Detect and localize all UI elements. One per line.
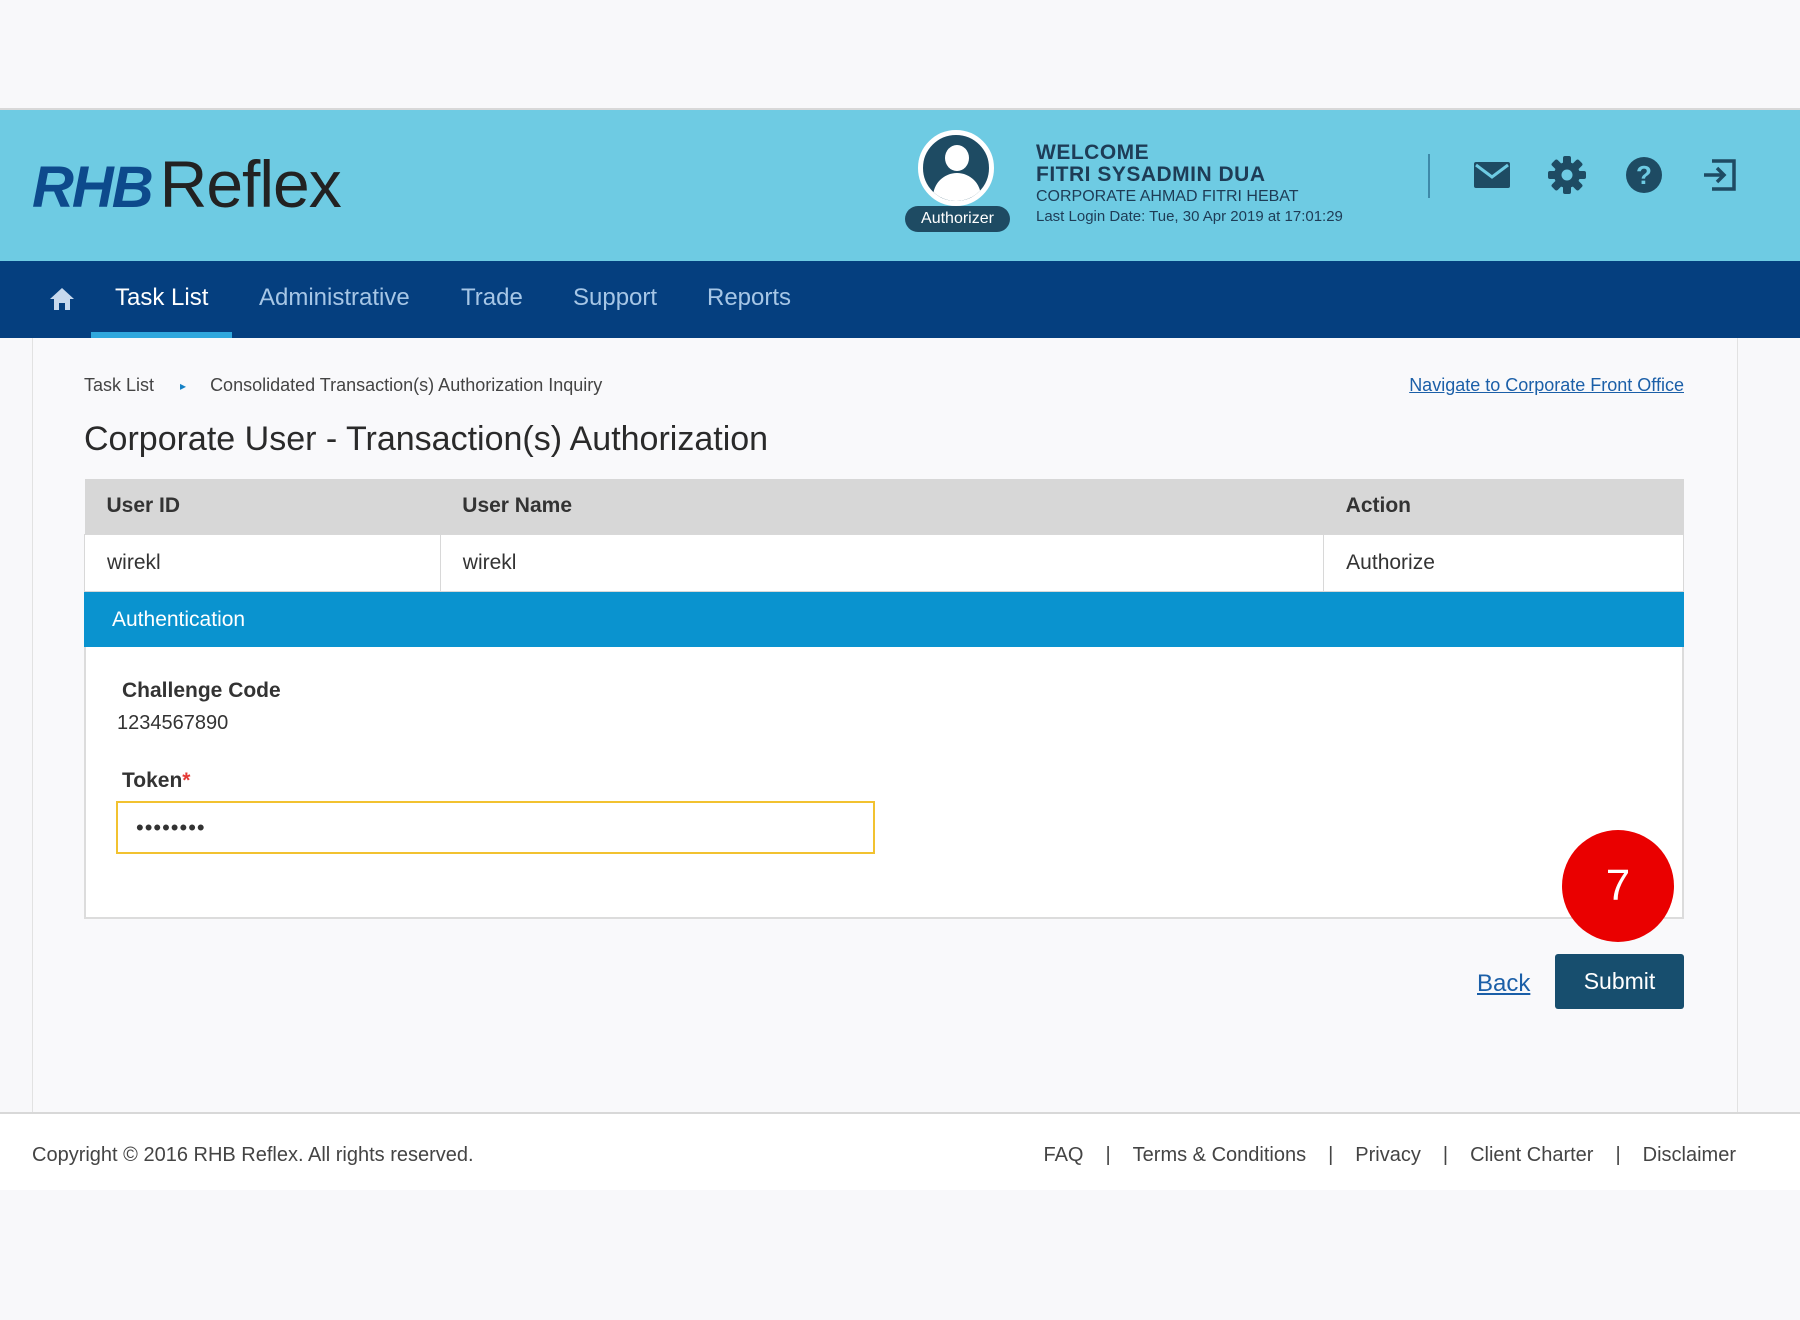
tab-task-list[interactable]: Task List [91,261,233,338]
welcome-label: WELCOME [1036,141,1150,164]
logout-icon[interactable] [1700,155,1740,195]
footer-separator: | [1105,1144,1111,1166]
footer-link-terms[interactable]: Terms & Conditions [1133,1144,1306,1167]
mail-icon[interactable] [1472,155,1512,195]
svg-text:?: ? [1636,160,1652,190]
column-action: Action [1323,479,1684,534]
brand-logo-reflex: Reflex [159,147,342,221]
footer: Copyright © 2016 RHB Reflex. All rights … [0,1112,1800,1190]
company-name: CORPORATE AHMAD FITRI HEBAT [1036,188,1299,206]
required-marker: * [182,769,191,792]
footer-links: FAQ | Terms & Conditions | Privacy | Cli… [1043,1144,1736,1167]
tab-trade[interactable]: Trade [461,261,523,338]
token-label: Token* [122,769,190,793]
breadcrumb-current: Consolidated Transaction(s) Authorizatio… [210,375,603,395]
user-table: User ID User Name Action wirekl wirekl A… [84,479,1684,592]
copyright-text: Copyright © 2016 RHB Reflex. All rights … [32,1144,474,1166]
footer-link-client-charter[interactable]: Client Charter [1470,1144,1593,1167]
footer-separator: | [1615,1144,1621,1166]
submit-button[interactable]: Submit [1555,954,1684,1009]
help-icon[interactable]: ? [1624,155,1664,195]
user-avatar-icon [918,130,994,206]
footer-link-faq[interactable]: FAQ [1043,1144,1083,1167]
footer-link-disclaimer[interactable]: Disclaimer [1643,1144,1736,1167]
footer-separator: | [1442,1144,1449,1166]
welcome-block: WELCOME FITRI SYSADMIN DUA CORPORATE AHM… [1036,141,1343,225]
table-header-row: User ID User Name Action [84,479,1684,534]
user-name: FITRI SYSADMIN DUA [1036,163,1266,187]
home-icon[interactable] [48,285,76,313]
footer-link-privacy[interactable]: Privacy [1355,1144,1421,1167]
cell-user-name: wirekl [439,533,1325,592]
last-login: Last Login Date: Tue, 30 Apr 2019 at 17:… [1036,207,1343,225]
step-marker: 7 [1562,830,1674,942]
header-divider [1428,154,1430,198]
page-title: Corporate User - Transaction(s) Authoriz… [84,420,769,458]
corporate-front-office-link[interactable]: Navigate to Corporate Front Office [1409,375,1684,396]
cell-action: Authorize [1323,533,1684,592]
user-avatar[interactable]: Authorizer [905,130,1010,240]
footer-separator: | [1328,1144,1334,1166]
token-input[interactable] [116,801,875,854]
table-row: wirekl wirekl Authorize [84,533,1684,592]
column-user-id: User ID [84,479,441,534]
brand-logo-rhb: RHB [32,155,154,220]
column-user-name: User Name [440,479,1324,534]
breadcrumb: Task List ▸ Consolidated Transaction(s) … [84,375,602,396]
authentication-header: Authentication [84,592,1684,647]
authentication-panel [84,647,1684,919]
bottom-blank-area [0,1190,1800,1320]
top-blank-area [0,0,1800,110]
brand-logo[interactable]: RHB Reflex [32,146,342,222]
token-label-text: Token [122,769,183,792]
challenge-code-value: 1234567890 [117,712,229,734]
app-header: RHB Reflex Authorizer WELCOME FITRI SYSA… [0,110,1800,261]
tab-administrative[interactable]: Administrative [259,261,410,338]
challenge-code-label: Challenge Code [122,679,281,702]
breadcrumb-separator-icon: ▸ [180,378,187,393]
breadcrumb-task-list[interactable]: Task List [84,375,154,396]
main-nav: Task List Administrative Trade Support R… [0,261,1800,338]
role-badge: Authorizer [905,206,1010,232]
gear-icon[interactable] [1547,155,1587,195]
back-link[interactable]: Back [1477,970,1530,998]
cell-user-id: wirekl [84,533,441,592]
tab-support[interactable]: Support [573,261,657,338]
tab-reports[interactable]: Reports [707,261,791,338]
